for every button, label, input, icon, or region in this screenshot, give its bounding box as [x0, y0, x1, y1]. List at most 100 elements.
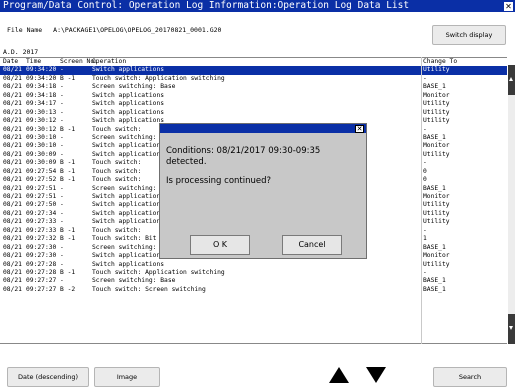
cell-date: 08/21: [3, 100, 22, 108]
cell-change-to: Utility: [423, 100, 450, 108]
cell-change-to: Monitor: [423, 193, 450, 200]
cell-change-to: Utility: [423, 66, 450, 74]
cell-date: 08/21: [3, 74, 22, 82]
cell-date: 08/21: [3, 150, 22, 158]
cell-change-to: BASE_1: [423, 83, 446, 91]
search-button[interactable]: Search: [433, 367, 507, 387]
scrollbar-track[interactable]: [508, 65, 515, 344]
cell-change-to: -: [423, 226, 427, 234]
table-row[interactable]: 08/21 09:27:27 B -2 Touch switch: Screen sw…: [0, 286, 507, 294]
cell-screen-no: B -1: [60, 74, 76, 82]
cell-screen-no: -: [60, 184, 64, 192]
dialog-conditions-text: Conditions: 08/21/2017 09:30-09:35: [166, 146, 321, 156]
cell-time: 09:30:09: [26, 150, 57, 158]
cell-date: 08/21: [3, 108, 22, 116]
cell-date: 08/21: [3, 243, 22, 251]
window-title: Program/Data Control: Operation Log Info…: [3, 0, 410, 11]
cell-screen-no: B -2: [60, 285, 76, 293]
file-path: A:\PACKAGE1\OPELOG\OPELOG_20170821_0001.…: [53, 26, 222, 34]
table-row[interactable]: 08/21 09:34:18- Switch applications Monitor: [0, 92, 507, 100]
cell-change-to: BASE_1: [423, 277, 446, 285]
confirm-dialog: ✕ Conditions: 08/21/2017 09:30-09:35 det…: [159, 123, 367, 259]
cell-time: 09:27:28: [26, 268, 57, 276]
cell-date: 08/21: [3, 285, 22, 293]
page-up-arrow-icon[interactable]: [326, 364, 352, 387]
table-row[interactable]: 08/21 09:27:27- Screen switching: Base BASE…: [0, 277, 507, 285]
cell-operation: Touch switch:: [92, 125, 142, 133]
cell-operation: Switch applications: [92, 150, 165, 158]
header-date: Date: [3, 58, 19, 65]
cell-screen-no: -: [60, 66, 64, 74]
cell-time: 09:27:50: [26, 201, 57, 209]
cell-date: 08/21: [3, 184, 22, 192]
cell-screen-no: -: [60, 193, 64, 200]
cell-operation: Switch applications: [92, 142, 165, 150]
cell-date: 08/21: [3, 83, 22, 91]
scroll-up-button[interactable]: [508, 65, 515, 95]
cell-date: 08/21: [3, 235, 22, 243]
cell-time: 09:27:51: [26, 184, 57, 192]
cell-operation: Touch switch:: [92, 226, 142, 234]
dialog-close-icon[interactable]: ✕: [355, 125, 364, 133]
cell-operation: Touch switch: Screen switching: [92, 285, 206, 293]
cell-time: 09:34:18: [26, 83, 57, 91]
cell-operation: Switch applications: [92, 252, 165, 260]
cell-screen-no: -: [60, 100, 64, 108]
cell-time: 09:27:51: [26, 193, 57, 200]
table-row[interactable]: 08/21 09:27:28- Switch applications Utility: [0, 261, 507, 269]
cell-change-to: Utility: [423, 150, 450, 158]
ok-button[interactable]: O K: [190, 235, 250, 255]
table-row[interactable]: 08/21 09:30:13- Switch applications Utility: [0, 109, 507, 117]
cell-date: 08/21: [3, 268, 22, 276]
cancel-button[interactable]: Cancel: [282, 235, 342, 255]
cell-screen-no: -: [60, 150, 64, 158]
cell-screen-no: -: [60, 133, 64, 141]
table-row[interactable]: 08/21 09:34:20 B -1 Touch switch: Applicati…: [0, 75, 507, 83]
cell-date: 08/21: [3, 218, 22, 226]
table-row[interactable]: 08/21 09:34:18- Screen switching: Base BASE…: [0, 83, 507, 91]
table-row[interactable]: 08/21 09:34:20- Switch applications Utility: [0, 66, 507, 75]
cell-operation: Switch applications: [92, 193, 165, 200]
cell-operation: Switch applications: [92, 100, 165, 108]
table-row[interactable]: 08/21 09:27:28 B -1 Touch switch: Applicati…: [0, 269, 507, 277]
dialog-detected-text: detected.: [166, 157, 207, 167]
close-icon[interactable]: ✕: [504, 1, 513, 11]
cell-operation: Touch switch:: [92, 167, 142, 175]
cell-operation: Switch applications: [92, 66, 165, 74]
cell-time: 09:30:13: [26, 108, 57, 116]
cell-screen-no: -: [60, 252, 64, 260]
cell-date: 08/21: [3, 66, 22, 74]
cell-change-to: BASE_1: [423, 285, 446, 293]
cell-screen-no: -: [60, 83, 64, 91]
image-button[interactable]: Image: [94, 367, 160, 387]
cell-operation: Switch applications: [92, 260, 165, 268]
cell-time: 09:27:30: [26, 243, 57, 251]
cell-time: 09:27:30: [26, 252, 57, 260]
cell-screen-no: -: [60, 91, 64, 99]
cell-screen-no: B -1: [60, 125, 76, 133]
cell-time: 09:34:20: [26, 74, 57, 82]
cell-screen-no: -: [60, 243, 64, 251]
cell-screen-no: B -1: [60, 226, 76, 234]
cell-date: 08/21: [3, 226, 22, 234]
cell-time: 09:34:18: [26, 91, 57, 99]
scroll-down-button[interactable]: [508, 314, 515, 344]
cell-date: 08/21: [3, 125, 22, 133]
file-name-line: File Name A:\PACKAGE1\OPELOG\OPELOG_2017…: [7, 26, 221, 34]
date-descending-button[interactable]: Date (descending): [7, 367, 89, 387]
cell-change-to: Utility: [423, 209, 450, 217]
cell-operation: Touch switch: Application switching: [92, 268, 225, 276]
cell-date: 08/21: [3, 167, 22, 175]
column-divider: [421, 57, 422, 344]
dialog-title-bar: [160, 124, 366, 133]
cell-time: 09:34:20: [26, 66, 57, 74]
header-change-to: Change To: [423, 58, 458, 65]
cell-date: 08/21: [3, 252, 22, 260]
cell-date: 08/21: [3, 159, 22, 167]
table-row[interactable]: 08/21 09:34:17- Switch applications Utility: [0, 100, 507, 108]
cell-time: 09:27:27: [26, 277, 57, 285]
cell-change-to: -: [423, 74, 427, 82]
cell-operation: Switch applications: [92, 201, 165, 209]
switch-display-button[interactable]: Switch display: [432, 25, 506, 45]
page-down-arrow-icon[interactable]: [363, 364, 389, 387]
